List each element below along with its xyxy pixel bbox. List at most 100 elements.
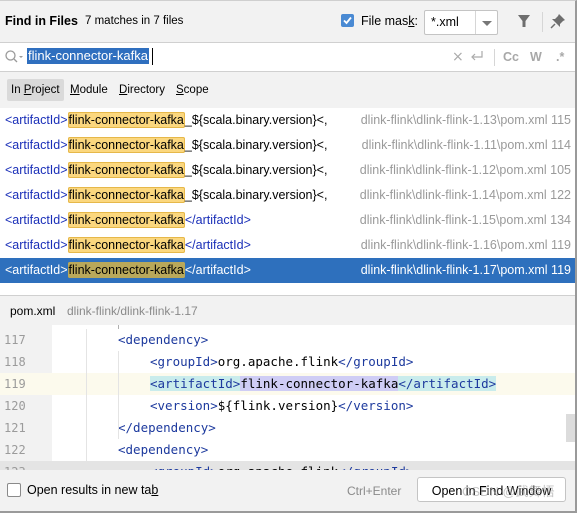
result-snippet: <artifactId>flink-connector-kafka</artif… (5, 208, 343, 233)
xml-open-tag: <artifactId> (5, 263, 68, 277)
result-row[interactable]: <artifactId>flink-connector-kafka_${scal… (0, 183, 575, 208)
result-row[interactable]: <artifactId>flink-connector-kafka</artif… (0, 258, 575, 283)
xml-open-tag: <artifactId> (5, 188, 68, 202)
code-text: <groupId>org.apache.flink</groupId> (150, 351, 413, 373)
text-caret (152, 48, 153, 65)
tab-in-project[interactable]: In Project (7, 79, 64, 101)
xml-open-tag: <dependency> (118, 442, 209, 457)
result-file-path: dlink-flink\dlink-flink-1.15\pom.xml 134 (359, 213, 571, 227)
snippet-text: _${scala.binary.version}<, (184, 138, 328, 152)
tab-scope[interactable]: Scope (172, 79, 213, 101)
snippet-text: _${scala.binary.version}<, (184, 113, 328, 127)
xml-open-tag: <artifactId> (5, 163, 68, 177)
xml-open-tag: <groupId> (150, 354, 218, 369)
result-file-path: dlink-flink\dlink-flink-1.12\pom.xml 105 (359, 163, 571, 177)
match-highlight: flink-connector-kafka (67, 187, 185, 203)
xml-close-tag: </artifactId> (184, 263, 251, 277)
xml-close-tag: </artifactId> (398, 376, 497, 391)
code-text: <artifactId>flink-connector-kafka</artif… (150, 373, 497, 395)
find-in-files-dialog: Find in Files 7 matches in 7 files File … (0, 0, 577, 513)
result-snippet: <artifactId>flink-connector-kafka_${scal… (5, 133, 343, 158)
result-snippet: <artifactId>flink-connector-kafka_${scal… (5, 183, 343, 208)
result-row[interactable]: <artifactId>flink-connector-kafka</artif… (0, 233, 575, 258)
result-snippet: <artifactId>flink-connector-kafka</artif… (5, 233, 343, 258)
shortcut-hint: Ctrl+Enter (347, 484, 402, 498)
dialog-header: Find in Files 7 matches in 7 files File … (0, 1, 575, 43)
indent-guide (118, 351, 119, 439)
line-number: 118 (4, 355, 26, 369)
result-row[interactable]: <artifactId>flink-connector-kafka_${scal… (0, 133, 575, 158)
line-number: 122 (4, 443, 26, 457)
code-text: <groupId>org.apache.flink</groupId> (150, 461, 413, 470)
xml-close-tag: </artifactId> (184, 213, 251, 227)
file-mask-label: File mask: (361, 14, 418, 28)
xml-open-tag: <artifactId> (5, 213, 68, 227)
clear-icon[interactable]: × (452, 49, 464, 65)
xml-open-tag: <dependency> (118, 332, 209, 347)
line-number: 123 (4, 461, 26, 470)
code-preview[interactable]: 117 <dependency> 118 <groupId>org.apache.fl… (0, 325, 575, 470)
line-number: 117 (4, 333, 26, 347)
file-mask-value[interactable]: *.xml (431, 15, 459, 29)
search-divider (494, 49, 495, 66)
search-row: flink-connector-kafka × Cc W .* (0, 43, 575, 72)
xml-open-tag: <artifactId> (5, 238, 68, 252)
scope-tabs: In Project Module Directory Scope (0, 72, 575, 108)
result-file-path: dlink-flink\dlink-flink-1.13\pom.xml 115 (360, 113, 571, 127)
chevron-down-icon[interactable] (482, 21, 492, 26)
regex-toggle[interactable]: .* (556, 50, 564, 64)
result-file-path: dlink-flink\dlink-flink-1.14\pom.xml 122 (359, 188, 571, 202)
match-highlight: flink-connector-kafka (67, 212, 185, 228)
result-snippet: <artifactId>flink-connector-kafka</artif… (5, 258, 343, 283)
xml-open-tag: <version> (150, 398, 218, 413)
xml-close-tag: </groupId> (338, 354, 414, 369)
result-file-path: dlink-flink\dlink-flink-1.16\pom.xml 119 (360, 238, 571, 252)
code-text: </dependency> (118, 417, 216, 439)
xml-open-tag: <artifactId> (5, 138, 68, 152)
line-number: 120 (4, 399, 26, 413)
xml-open-tag: </dependency> (118, 420, 216, 435)
result-file-path: dlink-flink\dlink-flink-1.11\pom.xml 114 (361, 138, 571, 152)
preview-header: pom.xml dlink-flink/dlink-flink-1.17 (0, 296, 575, 325)
combo-divider (475, 11, 476, 34)
tab-directory[interactable]: Directory (115, 79, 169, 101)
line-number: 119 (4, 377, 26, 391)
open-new-tab-checkbox[interactable] (7, 483, 21, 497)
match-summary: 7 matches in 7 files (85, 15, 184, 27)
xml-close-tag: </version> (338, 398, 414, 413)
result-row[interactable]: <artifactId>flink-connector-kafka</artif… (0, 208, 575, 233)
match-highlight: flink-connector-kafka (67, 137, 185, 153)
file-mask-combo[interactable]: *.xml (424, 10, 498, 35)
xml-close-tag: </artifactId> (184, 238, 251, 252)
xml-open-tag: <artifactId> (5, 113, 68, 127)
tab-module[interactable]: Module (66, 79, 112, 101)
search-input[interactable]: flink-connector-kafka (27, 48, 149, 64)
words-toggle[interactable]: W (530, 50, 542, 64)
match-case-toggle[interactable]: Cc (503, 50, 519, 64)
result-file-path: dlink-flink\dlink-flink-1.17\pom.xml 119 (360, 263, 571, 277)
code-text: <dependency> (118, 439, 208, 461)
result-row[interactable]: <artifactId>flink-connector-kafka_${scal… (0, 158, 575, 183)
preview-file-path: dlink-flink/dlink-flink-1.17 (67, 304, 198, 318)
filter-icon[interactable] (517, 14, 531, 31)
preview-file-name: pom.xml (10, 304, 56, 318)
indent-guide (86, 329, 87, 470)
new-line-icon[interactable] (470, 48, 484, 67)
open-new-tab-label[interactable]: Open results in new tab (27, 483, 158, 497)
result-snippet: <artifactId>flink-connector-kafka_${scal… (5, 108, 343, 133)
snippet-text: _${scala.binary.version}<, (184, 188, 328, 202)
match-highlight: flink-connector-kafka (240, 376, 399, 391)
editor-scrollbar[interactable] (566, 414, 575, 442)
result-snippet: <artifactId>flink-connector-kafka_${scal… (5, 158, 343, 183)
snippet-text: _${scala.binary.version}<, (184, 163, 328, 177)
pin-icon[interactable] (550, 13, 566, 32)
search-icon[interactable] (4, 49, 24, 68)
xml-value: org.apache.flink (217, 354, 339, 369)
code-text: <version>${flink.version}</version> (150, 395, 413, 417)
result-row[interactable]: <artifactId>flink-connector-kafka_${scal… (0, 108, 575, 133)
file-mask-checkbox[interactable] (341, 14, 354, 27)
match-highlight: flink-connector-kafka (67, 262, 185, 278)
header-divider (542, 12, 543, 32)
match-highlight: flink-connector-kafka (67, 112, 185, 128)
match-highlight: flink-connector-kafka (67, 162, 185, 178)
